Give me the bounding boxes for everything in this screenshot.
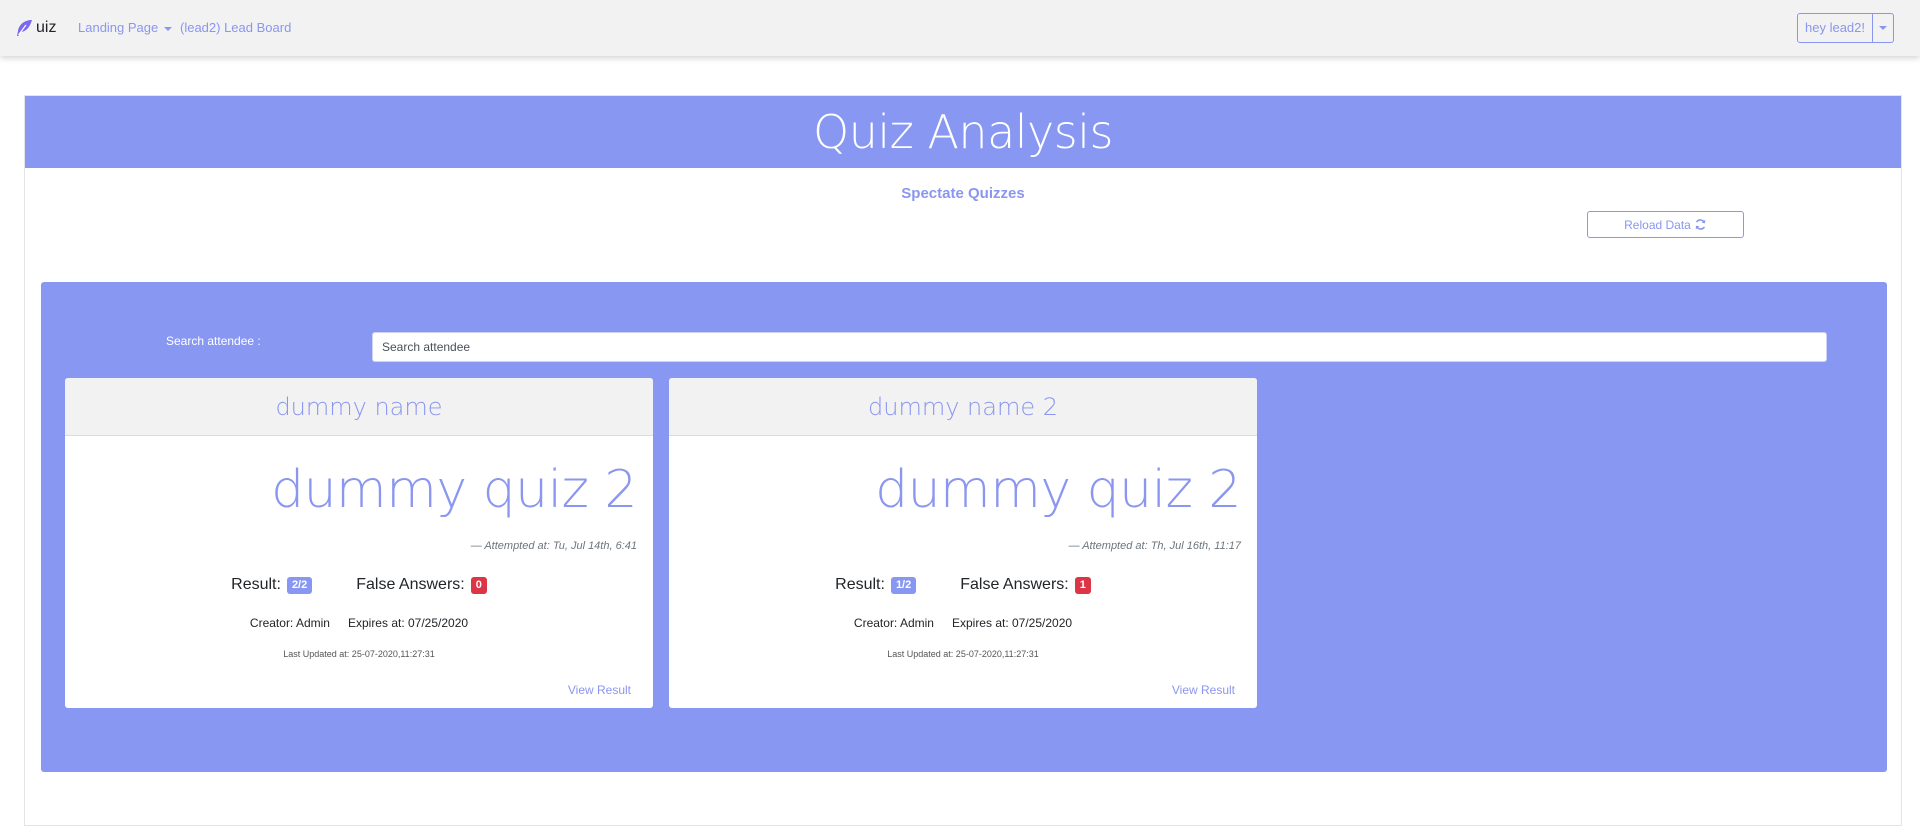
lead-board-link[interactable]: (lead2) Lead Board xyxy=(180,20,291,35)
search-label: Search attendee : xyxy=(166,334,261,348)
attempted-at: — Attempted at: Tu, Jul 14th, 6:41 xyxy=(470,540,637,552)
attendee-card: dummy name 2 dummy quiz 2 — Attempted at… xyxy=(669,378,1257,708)
reload-label: Reload Data xyxy=(1624,217,1691,232)
view-result-link[interactable]: View Result xyxy=(1172,683,1235,697)
search-input[interactable] xyxy=(372,332,1827,362)
expires-text: Expires at: 07/25/2020 xyxy=(347,616,469,630)
user-menu: hey lead2! xyxy=(1797,13,1894,43)
page-subtitle: Spectate Quizzes xyxy=(901,185,1025,202)
last-updated-text: Last Updated at: 25-07-2020,11:27:31 xyxy=(887,649,1039,659)
caret-down-icon xyxy=(164,26,173,31)
false-answers-badge: 1 xyxy=(1074,576,1091,594)
expires-text: Expires at: 07/25/2020 xyxy=(951,616,1073,630)
attendee-name: dummy name xyxy=(65,378,653,436)
result-badge: 2/2 xyxy=(286,576,313,594)
quiz-title: dummy quiz 2 xyxy=(271,460,637,520)
meta-row: Creator: Admin Expires at: 07/25/2020 xyxy=(669,616,1257,630)
navbar: uiz Landing Page (lead2) Lead Board hey … xyxy=(0,0,1920,56)
false-answers-label: False Answers: xyxy=(960,576,1069,593)
card-header: Quiz Analysis xyxy=(25,96,1901,168)
false-answers-label: False Answers: xyxy=(356,576,465,593)
brand-text: uiz xyxy=(36,19,57,36)
landing-page-label: Landing Page xyxy=(78,20,159,35)
caret-down-icon xyxy=(1879,26,1887,30)
attendee-name: dummy name 2 xyxy=(669,378,1257,436)
reload-data-button[interactable]: Reload Data xyxy=(1587,211,1744,238)
refresh-icon xyxy=(1695,219,1706,230)
view-result-link[interactable]: View Result xyxy=(568,683,631,697)
user-button[interactable]: hey lead2! xyxy=(1798,14,1873,42)
attendee-panel: Search attendee : dummy name dummy quiz … xyxy=(41,282,1887,772)
meta-row: Creator: Admin Expires at: 07/25/2020 xyxy=(65,616,653,630)
false-answers-badge: 0 xyxy=(470,576,487,594)
result-label: Result: xyxy=(231,576,281,593)
result-row: Result: 2/2 False Answers: 0 xyxy=(65,576,653,594)
quiz-title: dummy quiz 2 xyxy=(875,460,1241,520)
result-row: Result: 1/2 False Answers: 1 xyxy=(669,576,1257,594)
landing-page-dropdown[interactable]: Landing Page xyxy=(78,20,173,35)
quiz-analysis-card: Quiz Analysis Spectate Quizzes Reload Da… xyxy=(24,95,1902,826)
result-badge: 1/2 xyxy=(890,576,917,594)
creator-text: Creator: Admin xyxy=(249,616,330,630)
brand-link[interactable]: uiz xyxy=(14,16,56,40)
result-label: Result: xyxy=(835,576,885,593)
page-title: Quiz Analysis xyxy=(813,105,1113,159)
attempted-at: — Attempted at: Th, Jul 16th, 11:17 xyxy=(1068,540,1241,552)
last-updated-text: Last Updated at: 25-07-2020,11:27:31 xyxy=(283,649,435,659)
attendee-card: dummy name dummy quiz 2 — Attempted at: … xyxy=(65,378,653,708)
user-dropdown-toggle[interactable] xyxy=(1873,14,1893,42)
creator-text: Creator: Admin xyxy=(853,616,934,630)
feather-icon xyxy=(17,20,32,36)
